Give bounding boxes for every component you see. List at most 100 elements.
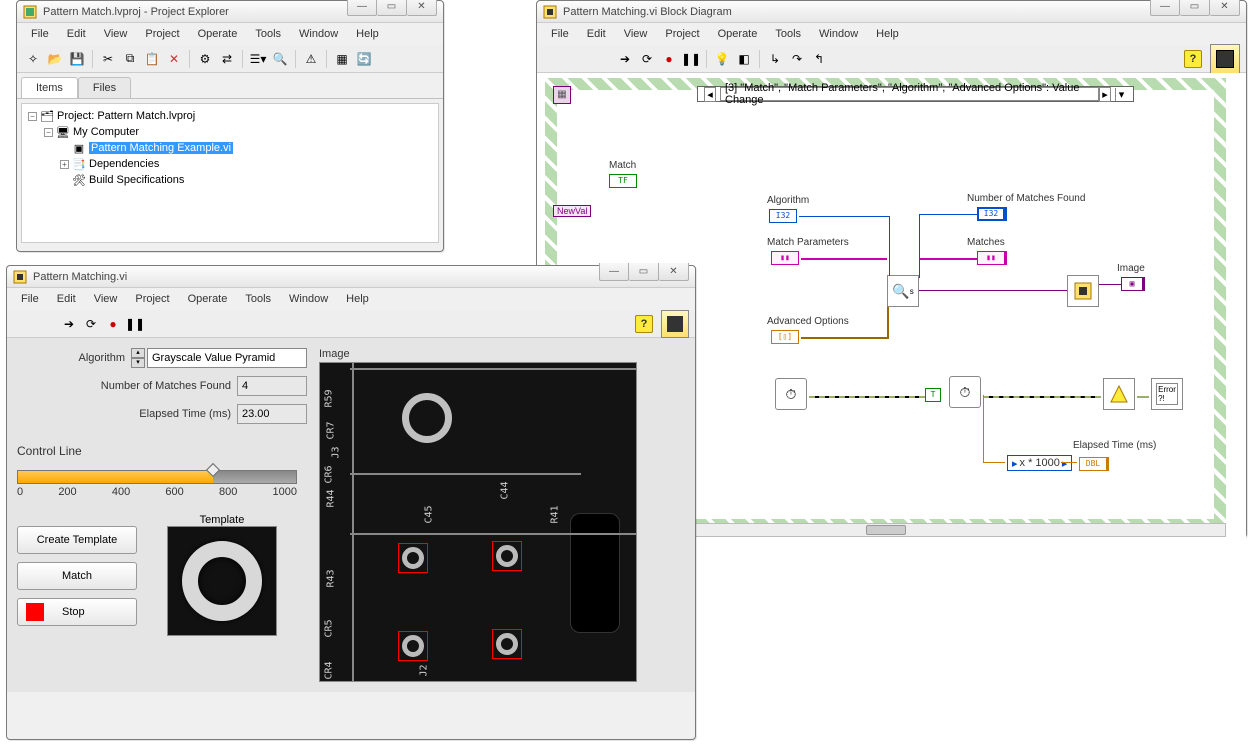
cut-icon[interactable]: ✂ xyxy=(98,49,118,69)
tree-item-selected[interactable]: Pattern Matching Example.vi xyxy=(89,142,233,154)
adv-opts-label: Advanced Options xyxy=(767,316,849,327)
case-prev-icon[interactable]: ◂ xyxy=(704,87,716,102)
timer-elapsed-node[interactable]: ⏱ xyxy=(949,376,981,408)
menu-file[interactable]: File xyxy=(23,25,57,43)
resolve-icon[interactable]: ⇄ xyxy=(217,49,237,69)
project-tree[interactable]: −🗂Project: Pattern Match.lvproj −🖥My Com… xyxy=(21,103,439,243)
elapsed-label: Elapsed Time (ms) xyxy=(1073,440,1156,451)
menu-edit[interactable]: Edit xyxy=(49,290,84,308)
stop-button[interactable]: Stop xyxy=(17,598,137,626)
minimize-button[interactable]: — xyxy=(347,0,377,16)
tree-my-computer[interactable]: My Computer xyxy=(73,126,139,138)
menu-project[interactable]: Project xyxy=(137,25,187,43)
vi-icon-pane[interactable] xyxy=(1210,44,1240,74)
case-dropdown-icon[interactable]: ▾ xyxy=(1115,88,1127,101)
run-button[interactable]: ➔ xyxy=(615,49,635,69)
abort-button[interactable]: ● xyxy=(659,49,679,69)
tree-build-spec[interactable]: Build Specifications xyxy=(89,174,184,186)
retain-wire-button[interactable]: ◧ xyxy=(734,49,754,69)
match-button[interactable]: Match xyxy=(17,562,137,590)
close-button[interactable]: ✕ xyxy=(659,263,689,281)
menu-window[interactable]: Window xyxy=(291,25,346,43)
menu-project[interactable]: Project xyxy=(657,25,707,43)
menu-view[interactable]: View xyxy=(86,290,126,308)
highlight-exec-button[interactable]: 💡 xyxy=(712,49,732,69)
close-button[interactable]: ✕ xyxy=(407,0,437,16)
menu-help[interactable]: Help xyxy=(868,25,907,43)
matches-term: ▮▮ xyxy=(977,251,1005,265)
menu-edit[interactable]: Edit xyxy=(579,25,614,43)
find-icon[interactable]: 🔍 xyxy=(270,49,290,69)
algorithm-label: Algorithm xyxy=(79,352,125,364)
context-help-button[interactable]: ? xyxy=(635,315,653,333)
minimize-button[interactable]: — xyxy=(599,263,629,281)
paste-icon[interactable]: 📋 xyxy=(142,49,162,69)
run-continuous-button[interactable]: ⟳ xyxy=(637,49,657,69)
error-handler-node[interactable]: Error?! xyxy=(1151,378,1183,410)
display-subvi[interactable] xyxy=(1067,275,1099,307)
close-button[interactable]: ✕ xyxy=(1210,0,1240,16)
context-help-button[interactable]: ? xyxy=(1184,50,1202,68)
timer-start-node[interactable]: ⏱ xyxy=(775,378,807,410)
filter-icon[interactable]: ▦ xyxy=(332,49,352,69)
menu-file[interactable]: File xyxy=(543,25,577,43)
refresh-icon[interactable]: 🔄 xyxy=(354,49,374,69)
copy-icon[interactable]: ⧉ xyxy=(120,49,140,69)
minimize-button[interactable]: — xyxy=(1150,0,1180,16)
tree-dependencies[interactable]: Dependencies xyxy=(89,158,159,170)
event-case-selector[interactable]: ◂ [3] "Match", "Match Parameters", "Algo… xyxy=(697,86,1134,102)
menu-view[interactable]: View xyxy=(616,25,656,43)
menu-window[interactable]: Window xyxy=(281,290,336,308)
create-template-button[interactable]: Create Template xyxy=(17,526,137,554)
case-next-icon[interactable]: ▸ xyxy=(1099,87,1111,102)
menu-tools[interactable]: Tools xyxy=(247,25,289,43)
menu-edit[interactable]: Edit xyxy=(59,25,94,43)
expr-node[interactable]: ▸x * 1000▸ xyxy=(1007,455,1072,471)
image-display[interactable]: R59 CR7 J3 CR6 R44 R43 CR5 CR4 C45 C44 R… xyxy=(319,362,637,682)
abort-button[interactable]: ● xyxy=(103,314,123,334)
step-over-button[interactable]: ↷ xyxy=(787,49,807,69)
build-icon[interactable]: ⚙ xyxy=(195,49,215,69)
menu-operate[interactable]: Operate xyxy=(180,290,236,308)
merge-errors-node[interactable] xyxy=(1103,378,1135,410)
pattern-match-subvi[interactable]: 🔍s xyxy=(887,275,919,307)
elapsed-indicator: 23.00 xyxy=(237,404,307,424)
algo-dec-button[interactable]: ▾ xyxy=(131,358,145,368)
menu-tools[interactable]: Tools xyxy=(237,290,279,308)
maximize-button[interactable]: ▭ xyxy=(377,0,407,16)
maximize-button[interactable]: ▭ xyxy=(1180,0,1210,16)
menu-operate[interactable]: Operate xyxy=(190,25,246,43)
save-icon[interactable]: 💾 xyxy=(67,49,87,69)
control-line-slider[interactable] xyxy=(17,470,297,484)
step-out-button[interactable]: ↰ xyxy=(809,49,829,69)
menu-help[interactable]: Help xyxy=(338,290,377,308)
vi-icon-pane[interactable] xyxy=(661,310,689,338)
tree-project-root[interactable]: Project: Pattern Match.lvproj xyxy=(57,110,195,122)
run-continuous-button[interactable]: ⟳ xyxy=(81,314,101,334)
menu-view[interactable]: View xyxy=(96,25,136,43)
new-icon[interactable]: ✧ xyxy=(23,49,43,69)
props-icon[interactable]: ☰▾ xyxy=(248,49,268,69)
run-button[interactable]: ➔ xyxy=(59,314,79,334)
step-into-button[interactable]: ↳ xyxy=(765,49,785,69)
warning-icon[interactable]: ⚠ xyxy=(301,49,321,69)
menu-project[interactable]: Project xyxy=(127,290,177,308)
menu-tools[interactable]: Tools xyxy=(767,25,809,43)
expander-icon[interactable]: − xyxy=(44,128,53,137)
menu-file[interactable]: File xyxy=(13,290,47,308)
expander-icon[interactable]: − xyxy=(28,112,37,121)
menu-window[interactable]: Window xyxy=(811,25,866,43)
menu-operate[interactable]: Operate xyxy=(710,25,766,43)
tab-items[interactable]: Items xyxy=(21,77,78,98)
event-data-node-icon: ▦ xyxy=(553,86,571,104)
menu-help[interactable]: Help xyxy=(348,25,387,43)
maximize-button[interactable]: ▭ xyxy=(629,263,659,281)
pause-button[interactable]: ❚❚ xyxy=(681,49,701,69)
tab-files[interactable]: Files xyxy=(78,77,131,98)
pause-button[interactable]: ❚❚ xyxy=(125,314,145,334)
expander-icon[interactable]: + xyxy=(60,160,69,169)
algo-inc-button[interactable]: ▴ xyxy=(131,348,145,358)
delete-icon[interactable]: ✕ xyxy=(164,49,184,69)
algorithm-select[interactable]: Grayscale Value Pyramid xyxy=(147,348,307,368)
open-icon[interactable]: 📂 xyxy=(45,49,65,69)
